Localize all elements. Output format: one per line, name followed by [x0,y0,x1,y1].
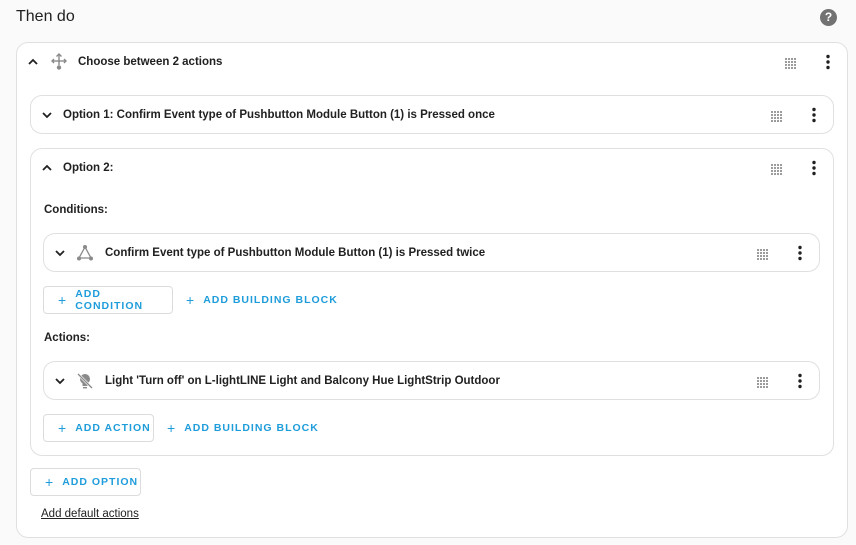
arrow-decision-icon [50,53,68,71]
option-1-header[interactable]: Option 1: Confirm Event type of Pushbutt… [31,96,833,134]
chevron-down-icon[interactable] [53,246,67,260]
choose-action-header[interactable]: Choose between 2 actions [17,43,847,81]
add-building-block-label: ADD BUILDING BLOCK [184,422,319,434]
add-condition-button[interactable]: + ADD CONDITION [43,286,173,314]
drag-handle-icon[interactable] [770,162,782,175]
add-condition-label: ADD CONDITION [75,288,144,312]
add-condition-building-block-button[interactable]: + ADD BUILDING BLOCK [186,286,338,314]
chevron-down-icon[interactable] [53,374,67,388]
page-title: Then do [16,8,75,25]
conditions-label: Conditions: [44,204,108,216]
condition-title: Confirm Event type of Pushbutton Module … [105,247,486,259]
plus-icon: + [186,292,195,308]
drag-handle-icon[interactable] [770,109,782,122]
drag-handle-icon[interactable] [756,375,768,388]
more-options-icon[interactable] [821,54,835,70]
option-1-card: Option 1: Confirm Event type of Pushbutt… [30,95,834,134]
action-title: Light 'Turn off' on L-lightLINE Light an… [105,375,500,387]
drag-handle-icon[interactable] [784,56,796,69]
lightbulb-off-icon [76,372,94,390]
more-options-icon[interactable] [793,373,807,389]
condition-card: Confirm Event type of Pushbutton Module … [43,233,820,272]
plus-icon: + [58,420,67,436]
drag-handle-icon[interactable] [756,247,768,260]
add-default-actions-link[interactable]: Add default actions [41,508,139,520]
plus-icon: + [167,420,176,436]
help-icon[interactable]: ? [820,9,837,26]
state-machine-icon [76,244,94,262]
action-card: Light 'Turn off' on L-lightLINE Light an… [43,361,820,400]
option-2-card: Option 2: Conditions: Confirm Event type… [30,148,834,456]
actions-label: Actions: [44,332,90,344]
more-options-icon[interactable] [807,107,821,123]
chevron-up-icon[interactable] [40,161,54,175]
add-action-building-block-button[interactable]: + ADD BUILDING BLOCK [167,414,319,442]
plus-icon: + [45,474,54,490]
chevron-up-icon[interactable] [26,55,40,69]
add-option-button[interactable]: + ADD OPTION [30,468,141,496]
option-2-header[interactable]: Option 2: [31,149,833,187]
more-options-icon[interactable] [807,160,821,176]
add-option-label: ADD OPTION [62,476,139,488]
condition-header[interactable]: Confirm Event type of Pushbutton Module … [44,234,819,272]
action-header[interactable]: Light 'Turn off' on L-lightLINE Light an… [44,362,819,400]
more-options-icon[interactable] [793,245,807,261]
option-2-title: Option 2: [63,162,114,174]
plus-icon: + [58,292,67,308]
choose-action-title: Choose between 2 actions [78,56,223,68]
chevron-down-icon[interactable] [40,108,54,122]
add-building-block-label: ADD BUILDING BLOCK [203,294,338,306]
choose-action-card: Choose between 2 actions Option 1: Confi… [16,42,848,538]
option-1-title: Option 1: Confirm Event type of Pushbutt… [63,109,495,121]
add-action-label: ADD ACTION [75,422,151,434]
add-action-button[interactable]: + ADD ACTION [43,414,154,442]
